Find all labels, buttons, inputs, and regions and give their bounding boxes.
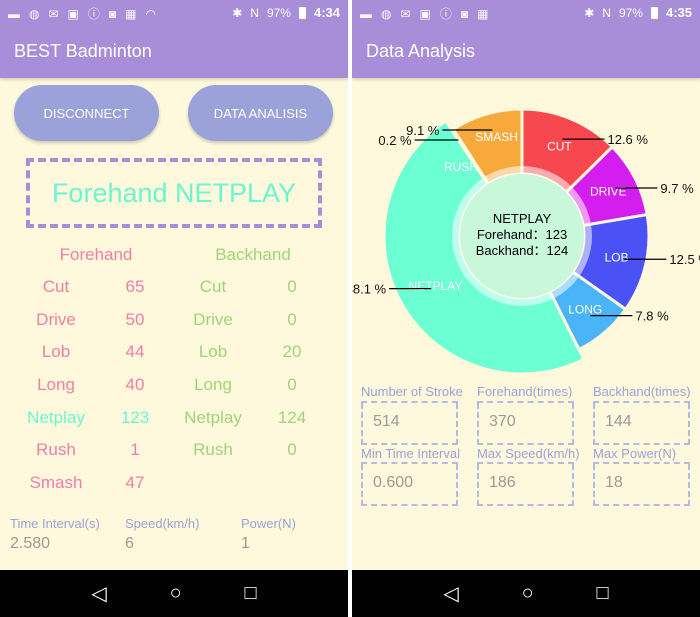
stat-label: Time Interval(s)	[10, 516, 100, 531]
forehand-stroke-count: 47	[125, 473, 145, 492]
battery-icon	[650, 6, 658, 19]
navigation-bar: ◁ ○ □	[0, 570, 348, 617]
stat-label: Max Speed(km/h)	[477, 446, 580, 461]
back-icon[interactable]: ◁	[91, 581, 106, 606]
app-title: BEST Badminton	[0, 26, 348, 78]
data-analysis-button[interactable]: DATA ANALISIS	[188, 85, 333, 141]
percent-label: 48.1 %	[352, 282, 387, 297]
app-title: Data Analysis	[352, 26, 700, 78]
stat-value: 6	[125, 535, 134, 552]
forehand-stroke-label: Cut	[42, 277, 70, 296]
clock: 4:34	[313, 5, 340, 20]
backhand-stroke-count: 0	[287, 277, 297, 296]
slice-label: CUT	[547, 140, 572, 154]
backhand-stroke-count: 124	[277, 408, 307, 427]
stat-value: 2.580	[10, 535, 51, 552]
percent-label: 12.6 %	[607, 132, 648, 147]
stat-label: Max Power(N)	[593, 446, 677, 461]
nfc-icon: N	[250, 5, 259, 20]
backhand-stroke-count: 20	[282, 342, 302, 361]
stat-value-box: 370	[477, 401, 574, 445]
backhand-stroke-count: 0	[287, 440, 297, 459]
forehand-stroke-count: 65	[125, 277, 145, 296]
backhand-stroke-label: Cut	[199, 277, 227, 296]
forehand-stroke-count: 44	[125, 342, 145, 361]
stat-value-box: 144	[593, 401, 690, 445]
stat-label: Forehand(times)	[477, 384, 573, 399]
backhand-stroke-label: Drive	[193, 310, 233, 329]
notification-icons: ▬◍✉▣ⓘ◙▦◠	[8, 7, 165, 21]
forehand-stroke-count: 123	[120, 408, 150, 427]
status-bar: ▬◍✉▣ⓘ◙▦◠ ✱ N 97% 4:34	[0, 0, 348, 26]
center-title: NETPLAY	[493, 211, 552, 226]
notification-icons: ▬◍✉▣ⓘ◙▦	[360, 7, 498, 21]
home-icon[interactable]: ○	[170, 582, 182, 605]
forehand-stroke-label: Smash	[29, 473, 83, 492]
stat-label: Min Time Interval	[361, 446, 460, 461]
battery-percent: 97%	[266, 5, 291, 20]
status-bar: ▬◍✉▣ⓘ◙▦ ✱ N 97% 4:35	[352, 0, 700, 26]
forehand-stroke-label: Long	[37, 375, 75, 394]
nfc-icon: N	[602, 5, 611, 20]
clock: 4:35	[665, 5, 692, 20]
battery-percent: 97%	[618, 5, 643, 20]
stat-value: 1	[241, 535, 250, 552]
backhand-stroke-count: 0	[287, 310, 297, 329]
backhand-stroke-label: Long	[194, 375, 232, 394]
stat-value-box: 18	[593, 462, 690, 506]
backhand-stroke-label: Rush	[193, 440, 233, 459]
slice-label: NETPLAY	[409, 279, 463, 293]
battery-icon	[298, 6, 306, 19]
bluetooth-icon: ✱	[232, 5, 243, 20]
stat-label: Backhand(times)	[593, 384, 691, 399]
navigation-bar: ◁ ○ □	[352, 570, 700, 617]
stat-value-box: 0.600	[361, 462, 458, 506]
bluetooth-icon: ✱	[584, 5, 595, 20]
center-backhand: Backhand：124	[476, 243, 569, 258]
percent-label: 12.5 %	[669, 252, 700, 267]
slice-label: LOB	[605, 250, 629, 264]
backhand-stroke-label: Lob	[198, 342, 228, 361]
stat-label: Number of Stroke	[361, 384, 463, 399]
forehand-stroke-count: 1	[130, 440, 140, 459]
slice-label: SMASH	[475, 130, 518, 144]
back-icon[interactable]: ◁	[443, 581, 458, 606]
home-icon[interactable]: ○	[522, 582, 534, 605]
slice-label: DRIVE	[590, 185, 627, 199]
stroke-pie-chart[interactable]: CUT 12.6 % DRIVE 9.7 % LOB 12.5 % LONG 7.8 % NET…	[352, 100, 700, 390]
forehand-stroke-label: Lob	[41, 342, 71, 361]
forehand-stroke-label: Netplay	[27, 408, 85, 427]
forehand-stroke-count: 40	[125, 375, 145, 394]
left-screen: ▬◍✉▣ⓘ◙▦◠ ✱ N 97% 4:34 BEST Badminton DISCON…	[0, 0, 348, 617]
stat-value-box: 514	[361, 401, 458, 445]
backhand-header: Backhand	[215, 245, 291, 264]
percent-label: 9.7 %	[660, 181, 694, 196]
stat-label: Speed(km/h)	[125, 516, 200, 531]
forehand-stroke-count: 50	[125, 310, 145, 329]
backhand-stroke-label: Netplay	[184, 408, 242, 427]
stat-value-box: 186	[477, 462, 574, 506]
backhand-stroke-count: 0	[287, 375, 297, 394]
recents-icon[interactable]: □	[596, 582, 608, 605]
stat-label: Power(N)	[241, 516, 296, 531]
recents-icon[interactable]: □	[244, 582, 256, 605]
percent-label: 7.8 %	[635, 309, 669, 324]
forehand-stroke-label: Rush	[36, 440, 76, 459]
center-forehand: Forehand：123	[477, 227, 567, 242]
right-screen: ▬◍✉▣ⓘ◙▦ ✱ N 97% 4:35 Data Analysis CUT 12.6 …	[352, 0, 700, 617]
current-stroke-display: Forehand NETPLAY	[26, 158, 322, 228]
percent-label: 9.1 %	[406, 123, 440, 138]
disconnect-button[interactable]: DISCONNECT	[14, 85, 159, 141]
slice-label: LONG	[568, 303, 602, 317]
forehand-header: Forehand	[59, 245, 133, 264]
forehand-stroke-label: Drive	[36, 310, 76, 329]
